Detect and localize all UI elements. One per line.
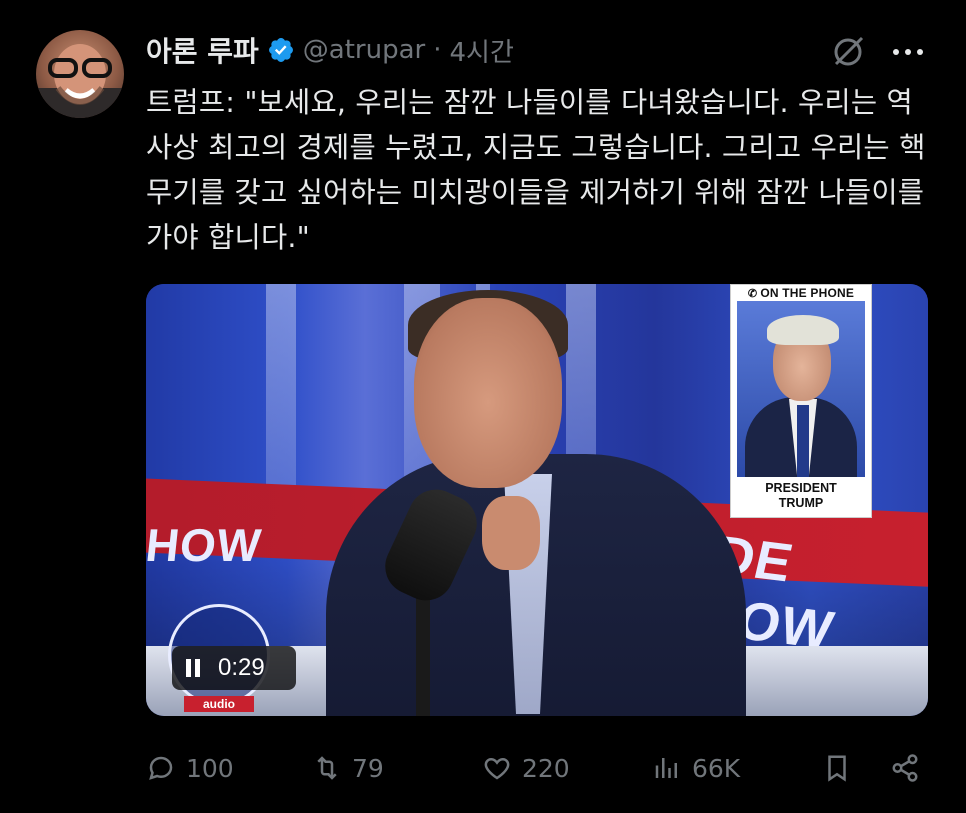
reply-button[interactable]: 100 [146,748,234,788]
display-name[interactable]: 아론 루파 [146,30,259,70]
inset-header-label: ON THE PHONE [760,286,855,300]
inset-hair [767,315,839,345]
video-time: 0:29 [218,654,265,681]
separator-dot: · [433,35,442,65]
studio-sign-left: HOW [146,519,265,571]
author-avatar[interactable] [36,30,124,118]
action-bar: 100 79 220 66K [146,748,936,788]
inset-caption-line2: TRUMP [778,496,824,510]
host-head [414,298,562,488]
inset-photo [737,301,865,477]
inset-tie [797,405,809,477]
pause-icon[interactable] [186,659,200,677]
reply-count: 100 [186,753,234,783]
avatar-face [36,44,124,118]
like-button[interactable]: 220 [482,748,570,788]
inset-caption-line1: PRESIDENT [765,481,837,495]
video-timer[interactable]: 0:29 [172,646,296,690]
repost-button[interactable]: 79 [312,748,384,788]
share-icon [892,754,918,782]
video-player[interactable]: HOW ADE SHOW audio ✆ ON THE PHONE PRESID… [146,284,928,716]
bookmark-button[interactable] [822,748,862,788]
inset-header: ✆ ON THE PHONE [731,285,871,301]
on-the-phone-inset: ✆ ON THE PHONE PRESIDENT TRUMP [730,284,872,518]
fox-logo-audio: audio [184,696,254,712]
host-hand [482,496,540,570]
tweet-text: 트럼프: "보세요, 우리는 잠깐 나들이를 다녀왔습니다. 우리는 역사상 최… [146,86,926,254]
share-button[interactable] [890,748,930,788]
verified-badge-icon [267,36,295,64]
like-count: 220 [522,753,570,783]
repost-icon [317,756,337,780]
repost-count: 79 [352,753,384,783]
phone-icon: ✆ [747,287,758,300]
like-icon [484,757,510,780]
tweet-header: 아론 루파 @atrupar · 4시간 [146,30,926,70]
post-time[interactable]: 4시간 [449,32,513,69]
views-button[interactable]: 66K [652,748,740,788]
inset-caption: PRESIDENT TRUMP [731,479,871,519]
author-handle[interactable]: @atrupar [303,35,425,65]
views-icon [655,758,677,778]
views-count: 66K [692,753,741,783]
more-icon[interactable] [888,34,928,70]
grok-icon[interactable] [830,34,866,70]
reply-icon [149,756,173,780]
bookmark-icon [828,755,846,782]
